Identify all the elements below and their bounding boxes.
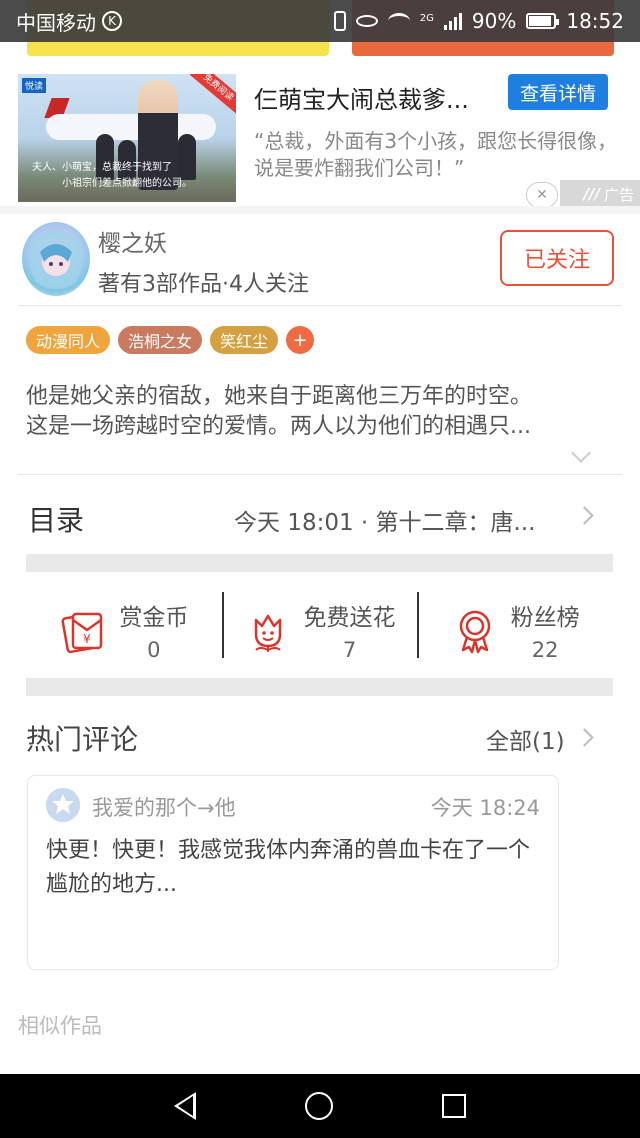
chevron-right-icon[interactable] bbox=[575, 728, 594, 747]
clock: 18:52 bbox=[566, 9, 624, 33]
add-tag-button[interactable]: + bbox=[286, 326, 315, 354]
tag-chip[interactable]: 浩桐之女 bbox=[118, 326, 203, 354]
ad-image-caption: 小祖宗们差点掀翻他的公司。 bbox=[62, 178, 192, 189]
all-comments-link[interactable]: 全部(1) bbox=[486, 722, 565, 756]
carrier-badge-icon: K bbox=[102, 11, 122, 31]
ad-stripes-icon: /// bbox=[583, 185, 600, 203]
home-icon[interactable] bbox=[304, 1092, 333, 1120]
stat-text: 粉丝榜 22 bbox=[511, 598, 580, 662]
divider bbox=[0, 206, 640, 214]
wifi-icon bbox=[387, 13, 410, 29]
avatar-illustration bbox=[28, 230, 84, 289]
red-envelope-coin-icon: ¥ bbox=[61, 612, 103, 654]
ad-label: /// 广告 bbox=[560, 180, 640, 208]
toc-title: 目录 bbox=[28, 504, 85, 537]
ad-title[interactable]: 仨萌宝大闹总裁爹... bbox=[254, 80, 494, 115]
vibrate-icon bbox=[333, 11, 346, 31]
comment-card[interactable]: 我爱的那个→他 今天 18:24 快更！快更！我感觉我体内奔涌的兽血卡在了一个尴… bbox=[27, 775, 559, 970]
battery-fill bbox=[529, 16, 552, 26]
battery-percent: 90% bbox=[471, 9, 517, 33]
tag-chip[interactable]: 笑红尘 bbox=[210, 326, 279, 354]
chevron-right-icon bbox=[575, 506, 594, 525]
stat-value: 22 bbox=[531, 638, 559, 662]
ad-image-badge: 免费阅读 bbox=[189, 74, 236, 114]
follow-button[interactable]: 已关注 bbox=[500, 230, 614, 286]
carrier: 中国移动 K bbox=[16, 7, 122, 36]
stat-value: 0 bbox=[147, 638, 161, 662]
free-flower-stat[interactable]: 免费送花 7 bbox=[221, 582, 418, 678]
ad-banner[interactable]: 悦读 免费阅读 夫人、小萌宝，总裁终于找到了 小祖宗们差点掀翻他的公司。 仨萌宝… bbox=[0, 62, 640, 212]
table-of-contents-row[interactable]: 目录 今天 18:01 · 第十二章：唐... bbox=[18, 474, 622, 556]
stat-text: 免费送花 7 bbox=[304, 598, 396, 662]
ad-image[interactable]: 悦读 免费阅读 夫人、小萌宝，总裁终于找到了 小祖宗们差点掀翻他的公司。 bbox=[18, 74, 236, 202]
ad-image-logo: 悦读 bbox=[22, 78, 47, 93]
reward-coins-stat[interactable]: ¥ 赏金币 0 bbox=[26, 582, 222, 678]
divider-band bbox=[26, 678, 613, 696]
tag-chip[interactable]: 动漫同人 bbox=[26, 326, 111, 354]
synopsis[interactable]: 他是她父亲的宿敌，她来自于距离他三万年的时空。 这是一场跨越时空的爱情。两人以为… bbox=[26, 382, 618, 442]
carrier-name: 中国移动 bbox=[16, 10, 96, 35]
default-avatar-icon bbox=[46, 788, 80, 822]
stat-text: 赏金币 0 bbox=[119, 598, 188, 662]
book-detail-page: 中国移动 K 2G 90% 18:52 悦读 免费阅读 夫人、小萌宝，总裁终于找… bbox=[0, 0, 640, 1138]
comment-time: 今天 18:24 bbox=[430, 796, 540, 820]
ad-image-caption: 夫人、小萌宝，总裁终于找到了 bbox=[32, 162, 172, 173]
stat-value: 7 bbox=[342, 638, 357, 662]
ad-details-button[interactable]: 查看详情 bbox=[508, 74, 608, 110]
author-section: 樱之妖 著有3部作品·4人关注 已关注 bbox=[18, 214, 622, 306]
status-bar: 中国移动 K 2G 90% 18:52 bbox=[0, 0, 640, 42]
battery-icon bbox=[526, 13, 560, 29]
network-type: 2G bbox=[419, 13, 434, 24]
author-name[interactable]: 樱之妖 bbox=[98, 224, 167, 258]
back-icon[interactable] bbox=[174, 1092, 197, 1120]
system-nav-bar bbox=[0, 1074, 640, 1138]
commenter-avatar-icon[interactable] bbox=[46, 788, 80, 822]
latest-chapter: 今天 18:01 · 第十二章：唐... bbox=[234, 510, 536, 536]
medal-ribbon-icon bbox=[459, 610, 490, 654]
synopsis-line: 他是她父亲的宿敌，她来自于距离他三万年的时空。 bbox=[26, 384, 533, 409]
author-avatar[interactable] bbox=[22, 222, 90, 296]
fan-ranking-stat[interactable]: 粉丝榜 22 bbox=[417, 582, 613, 678]
tag-list: 动漫同人 浩桐之女 笑红尘 + bbox=[26, 326, 315, 354]
similar-works-title: 相似作品 bbox=[18, 1014, 102, 1038]
stat-label: 赏金币 bbox=[119, 605, 189, 631]
status-icons: 2G 90% 18:52 bbox=[333, 9, 624, 33]
expand-chevron-down-icon[interactable] bbox=[571, 443, 591, 463]
flower-icon bbox=[254, 614, 281, 652]
stat-label: 粉丝榜 bbox=[510, 605, 580, 631]
divider-band bbox=[26, 554, 613, 572]
svg-text:¥: ¥ bbox=[84, 632, 92, 646]
synopsis-line: 这是一场跨越时空的爱情。两人以为他们的相遇只... bbox=[26, 414, 531, 439]
comment-text: 快更！快更！我感觉我体内奔涌的兽血卡在了一个尴尬的地方... bbox=[46, 838, 531, 897]
hot-comments-title: 热门评论 bbox=[26, 723, 139, 756]
ad-close-icon[interactable]: ✕ bbox=[526, 182, 558, 208]
author-meta: 著有3部作品·4人关注 bbox=[98, 272, 309, 297]
recent-apps-icon[interactable] bbox=[441, 1094, 466, 1118]
signal-icon bbox=[443, 12, 462, 30]
ad-description: “总裁，外面有3个小孩，跟您长得很像，说是要炸翻我们公司！” bbox=[254, 129, 618, 180]
commenter-name[interactable]: 我爱的那个→他 bbox=[92, 792, 236, 822]
stats-row: ¥ 赏金币 0 免费送花 7 粉丝榜 22 bbox=[26, 582, 613, 678]
ad-label-text: 广告 bbox=[603, 185, 634, 204]
stat-label: 免费送花 bbox=[303, 605, 396, 631]
eye-comfort-icon bbox=[355, 15, 378, 27]
